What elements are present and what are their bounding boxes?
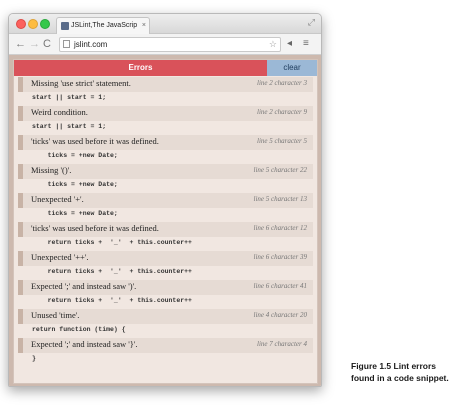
browser-window: JSLint,The JavaScript Code Q × ⤢ ← → C j… xyxy=(8,13,322,387)
code-evidence-row: start || start = 1; xyxy=(18,121,313,136)
code-evidence-row: return ticks + '_' + this.counter++ xyxy=(18,237,313,252)
errors-panel: Errors clear Missing 'use strict' statem… xyxy=(13,59,318,384)
zoom-window-button[interactable] xyxy=(40,19,50,29)
error-message: 'ticks' was used before it was defined. xyxy=(31,223,159,233)
extension-icon[interactable]: ◂ xyxy=(287,36,292,52)
caption-line-1: Figure 1.5 Lint errors xyxy=(351,361,437,371)
code-line: start || start = 1; xyxy=(32,122,107,130)
minimize-window-button[interactable] xyxy=(28,19,38,29)
error-message: Missing '()'. xyxy=(31,165,72,175)
error-list: Missing 'use strict' statement. line 2 ch… xyxy=(14,77,317,367)
error-message: Weird condition. xyxy=(31,107,88,117)
error-message-row: Unexpected '++'. line 6 character 39 xyxy=(18,251,313,266)
code-evidence-row: return ticks + '_' + this.counter++ xyxy=(18,295,313,310)
error-message-row: Unexpected '+'. line 5 character 13 xyxy=(18,193,313,208)
error-location: line 5 character 13 xyxy=(253,195,307,203)
code-evidence-row: ticks = +new Date; xyxy=(18,179,313,194)
errors-header: Errors xyxy=(14,60,267,76)
error-message-row: Unused 'time'. line 4 character 20 xyxy=(18,309,313,324)
code-evidence-row: start || start = 1; xyxy=(18,92,313,107)
reload-icon[interactable]: C xyxy=(43,36,51,52)
code-evidence-row: } xyxy=(18,353,313,368)
code-line: return ticks + '_' + this.counter++ xyxy=(32,296,192,304)
code-line: } xyxy=(32,354,36,362)
error-location: line 2 character 9 xyxy=(257,108,307,116)
code-evidence-row: return function (time) { xyxy=(18,324,313,339)
code-line: return function (time) { xyxy=(32,325,126,333)
back-icon[interactable]: ← xyxy=(15,36,26,52)
error-message-row: 'ticks' was used before it was defined. l… xyxy=(18,135,313,150)
menu-icon[interactable]: ≡ xyxy=(303,36,309,52)
code-evidence-row: return ticks + '_' + this.counter++ xyxy=(18,266,313,281)
favicon-icon xyxy=(61,22,69,30)
error-message: Unused 'time'. xyxy=(31,310,80,320)
error-message-row: Weird condition. line 2 character 9 xyxy=(18,106,313,121)
figure-caption: Figure 1.5 Lint errors found in a code s… xyxy=(351,360,471,384)
code-line: return ticks + '_' + this.counter++ xyxy=(32,267,192,275)
address-url[interactable]: jslint.com xyxy=(74,38,107,51)
caption-line-2: found in a code snippet. xyxy=(351,373,449,383)
error-location: line 4 character 20 xyxy=(253,311,307,319)
close-window-button[interactable] xyxy=(16,19,26,29)
page-icon xyxy=(63,40,70,48)
clear-button[interactable]: clear xyxy=(267,60,317,76)
error-location: line 6 character 41 xyxy=(253,282,307,290)
forward-icon[interactable]: → xyxy=(29,36,40,52)
code-evidence-row: ticks = +new Date; xyxy=(18,208,313,223)
error-message-row: Expected ';' and instead saw '}'. line 7 … xyxy=(18,338,313,353)
error-message-row: Missing 'use strict' statement. line 2 ch… xyxy=(18,77,313,92)
bookmark-star-icon[interactable]: ☆ xyxy=(269,38,277,51)
title-bar: JSLint,The JavaScript Code Q × ⤢ xyxy=(9,14,321,34)
error-message-row: Expected ';' and instead saw ')'. line 6 … xyxy=(18,280,313,295)
error-location: line 5 character 22 xyxy=(253,166,307,174)
error-message: Missing 'use strict' statement. xyxy=(31,78,131,88)
page-content: Errors clear Missing 'use strict' statem… xyxy=(9,55,321,386)
error-message: Unexpected '++'. xyxy=(31,252,89,262)
error-message: Expected ';' and instead saw ')'. xyxy=(31,281,137,291)
tab-title: JSLint,The JavaScript Code Q xyxy=(71,22,137,29)
code-line: start || start = 1; xyxy=(32,93,107,101)
code-evidence-row: ticks = +new Date; xyxy=(18,150,313,165)
error-message: 'ticks' was used before it was defined. xyxy=(31,136,159,146)
tab-close-icon[interactable]: × xyxy=(142,18,146,34)
error-message-row: Missing '()'. line 5 character 22 xyxy=(18,164,313,179)
error-message: Expected ';' and instead saw '}'. xyxy=(31,339,138,349)
code-line: ticks = +new Date; xyxy=(32,209,118,217)
error-location: line 7 character 4 xyxy=(257,340,307,348)
address-bar[interactable]: jslint.com ☆ xyxy=(59,37,281,52)
error-message-row: 'ticks' was used before it was defined. l… xyxy=(18,222,313,237)
browser-toolbar: ← → C jslint.com ☆ ◂ ≡ xyxy=(9,34,321,55)
error-location: line 2 character 3 xyxy=(257,79,307,87)
error-location: line 6 character 12 xyxy=(253,224,307,232)
error-location: line 5 character 5 xyxy=(257,137,307,145)
error-message: Unexpected '+'. xyxy=(31,194,84,204)
code-line: ticks = +new Date; xyxy=(32,151,118,159)
error-location: line 6 character 39 xyxy=(253,253,307,261)
browser-tab[interactable]: JSLint,The JavaScript Code Q × xyxy=(56,17,150,34)
code-line: return ticks + '_' + this.counter++ xyxy=(32,238,192,246)
code-line: ticks = +new Date; xyxy=(32,180,118,188)
fullscreen-icon[interactable]: ⤢ xyxy=(308,17,315,28)
